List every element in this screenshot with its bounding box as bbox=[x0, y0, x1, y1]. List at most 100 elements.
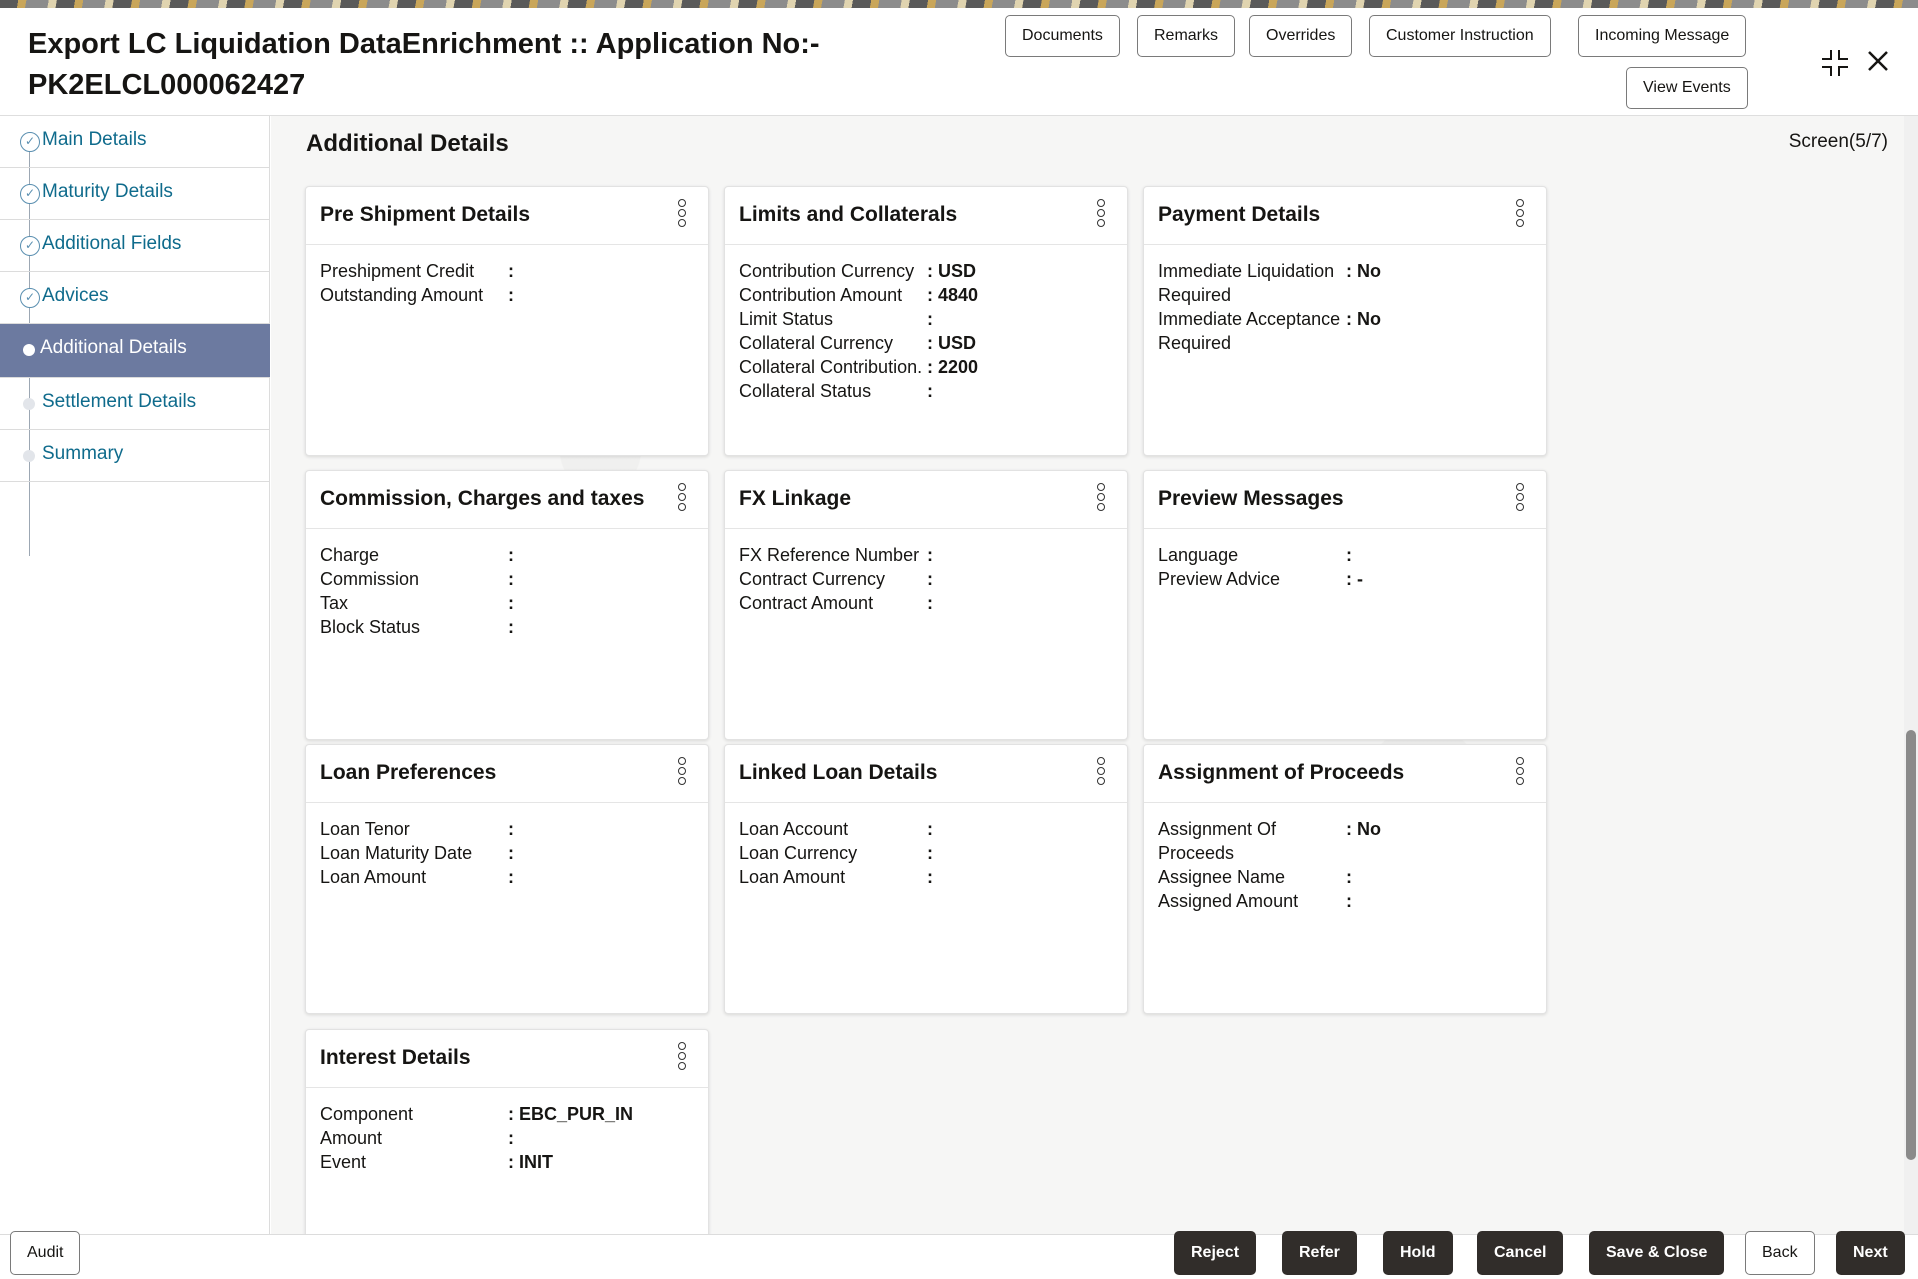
current-step-dot-icon bbox=[23, 344, 35, 356]
field-row: Charge: bbox=[320, 543, 698, 567]
card-title: Pre Shipment Details bbox=[320, 203, 530, 227]
documents-button[interactable]: Documents bbox=[1005, 15, 1120, 57]
back-button[interactable]: Back bbox=[1745, 1231, 1815, 1275]
title-line-1: Export LC Liquidation DataEnrichment :: … bbox=[28, 24, 828, 65]
kebab-menu-icon[interactable] bbox=[1095, 757, 1107, 789]
kebab-menu-icon[interactable] bbox=[1514, 199, 1526, 231]
sidebar-item-label: Settlement Details bbox=[42, 391, 196, 413]
field-row: Preshipment Credit: bbox=[320, 259, 698, 283]
save-close-button[interactable]: Save & Close bbox=[1589, 1231, 1724, 1275]
field-row: Amount: bbox=[320, 1126, 698, 1150]
field-label: Assigned Amount bbox=[1158, 889, 1346, 913]
kebab-menu-icon[interactable] bbox=[676, 757, 688, 789]
field-value: : bbox=[508, 841, 514, 865]
card-title: Commission, Charges and taxes bbox=[320, 487, 644, 511]
overrides-button[interactable]: Overrides bbox=[1249, 15, 1352, 57]
sidebar-item-main-details[interactable]: ✓ Main Details bbox=[0, 116, 270, 168]
field-row: Language: bbox=[1158, 543, 1536, 567]
field-row: Immediate Liquidation Required: No bbox=[1158, 259, 1536, 307]
card-assignment-of-proceeds: Assignment of Proceeds Assignment Of Pro… bbox=[1143, 744, 1547, 1014]
field-row: Contribution Amount: 4840 bbox=[739, 283, 1117, 307]
sidebar-item-label: Main Details bbox=[42, 129, 147, 151]
field-label: Loan Tenor bbox=[320, 817, 508, 841]
field-row: Assignee Name: bbox=[1158, 865, 1536, 889]
field-label: Tax bbox=[320, 591, 508, 615]
field-row: Event: INIT bbox=[320, 1150, 698, 1174]
customer-instruction-button[interactable]: Customer Instruction bbox=[1369, 15, 1551, 57]
field-row: Commission: bbox=[320, 567, 698, 591]
incoming-message-button[interactable]: Incoming Message bbox=[1578, 15, 1746, 57]
field-value: : bbox=[927, 591, 933, 615]
sidebar-item-additional-fields[interactable]: ✓ Additional Fields bbox=[0, 220, 270, 272]
field-value: : 2200 bbox=[927, 355, 978, 379]
check-icon: ✓ bbox=[20, 288, 40, 308]
kebab-menu-icon[interactable] bbox=[1095, 199, 1107, 231]
close-icon[interactable] bbox=[1865, 48, 1891, 79]
sidebar-item-maturity-details[interactable]: ✓ Maturity Details bbox=[0, 168, 270, 220]
sidebar: ✓ Main Details ✓ Maturity Details ✓ Addi… bbox=[0, 116, 270, 1234]
refer-button[interactable]: Refer bbox=[1282, 1231, 1357, 1275]
card-commission-charges-taxes: Commission, Charges and taxes Charge: Co… bbox=[305, 470, 709, 740]
field-row: Assigned Amount: bbox=[1158, 889, 1536, 913]
field-label: Assignee Name bbox=[1158, 865, 1346, 889]
application-number: PK2ELCL000062427 bbox=[28, 65, 828, 106]
next-button[interactable]: Next bbox=[1836, 1231, 1905, 1275]
field-row: Contract Currency: bbox=[739, 567, 1117, 591]
card-linked-loan-details: Linked Loan Details Loan Account: Loan C… bbox=[724, 744, 1128, 1014]
field-row: Collateral Currency: USD bbox=[739, 331, 1117, 355]
field-value: : bbox=[927, 567, 933, 591]
field-value: : bbox=[508, 865, 514, 889]
kebab-menu-icon[interactable] bbox=[676, 483, 688, 515]
field-label: FX Reference Number bbox=[739, 543, 927, 567]
field-label: Contribution Amount bbox=[739, 283, 927, 307]
top-banner-strip bbox=[0, 0, 1918, 8]
field-row: Loan Maturity Date: bbox=[320, 841, 698, 865]
field-row: Component: EBC_PUR_IN bbox=[320, 1102, 698, 1126]
audit-button[interactable]: Audit bbox=[10, 1231, 80, 1275]
card-preview-messages: Preview Messages Language: Preview Advic… bbox=[1143, 470, 1547, 740]
field-value: : bbox=[927, 817, 933, 841]
field-label: Contribution Currency bbox=[739, 259, 927, 283]
card-payment-details: Payment Details Immediate Liquidation Re… bbox=[1143, 186, 1547, 456]
kebab-menu-icon[interactable] bbox=[676, 1042, 688, 1074]
kebab-menu-icon[interactable] bbox=[676, 199, 688, 231]
reject-button[interactable]: Reject bbox=[1174, 1231, 1256, 1275]
card-title: Loan Preferences bbox=[320, 761, 496, 785]
view-events-button[interactable]: View Events bbox=[1626, 67, 1748, 109]
field-label: Immediate Liquidation Required bbox=[1158, 259, 1346, 307]
remarks-button[interactable]: Remarks bbox=[1137, 15, 1235, 57]
field-value: : 4840 bbox=[927, 283, 978, 307]
field-value: : bbox=[508, 283, 514, 307]
field-label: Loan Amount bbox=[320, 865, 508, 889]
sidebar-item-advices[interactable]: ✓ Advices bbox=[0, 272, 270, 324]
kebab-menu-icon[interactable] bbox=[1514, 483, 1526, 515]
field-value: : bbox=[508, 615, 514, 639]
sidebar-item-settlement-details[interactable]: Settlement Details bbox=[0, 378, 270, 430]
field-value: : INIT bbox=[508, 1150, 553, 1174]
sidebar-item-additional-details[interactable]: Additional Details bbox=[0, 324, 270, 378]
field-row: Loan Tenor: bbox=[320, 817, 698, 841]
card-fx-linkage: FX Linkage FX Reference Number: Contract… bbox=[724, 470, 1128, 740]
field-value: : bbox=[508, 567, 514, 591]
cancel-button[interactable]: Cancel bbox=[1477, 1231, 1563, 1275]
collapse-icon[interactable] bbox=[1820, 48, 1850, 83]
hold-button[interactable]: Hold bbox=[1383, 1231, 1453, 1275]
field-row: Loan Currency: bbox=[739, 841, 1117, 865]
card-title: Preview Messages bbox=[1158, 487, 1344, 511]
field-row: Loan Amount: bbox=[739, 865, 1117, 889]
kebab-menu-icon[interactable] bbox=[1514, 757, 1526, 789]
field-value: : bbox=[1346, 865, 1352, 889]
kebab-menu-icon[interactable] bbox=[1095, 483, 1107, 515]
field-label: Contract Amount bbox=[739, 591, 927, 615]
field-value: : bbox=[508, 259, 514, 283]
field-label: Loan Account bbox=[739, 817, 927, 841]
section-title: Additional Details bbox=[306, 130, 509, 158]
field-value: : No bbox=[1346, 817, 1381, 865]
field-value: : bbox=[927, 543, 933, 567]
card-pre-shipment-details: Pre Shipment Details Preshipment Credit:… bbox=[305, 186, 709, 456]
field-value: : No bbox=[1346, 259, 1381, 307]
field-label: Charge bbox=[320, 543, 508, 567]
field-value: : bbox=[927, 307, 933, 331]
sidebar-item-summary[interactable]: Summary bbox=[0, 430, 270, 482]
scrollbar-thumb[interactable] bbox=[1906, 730, 1916, 1160]
